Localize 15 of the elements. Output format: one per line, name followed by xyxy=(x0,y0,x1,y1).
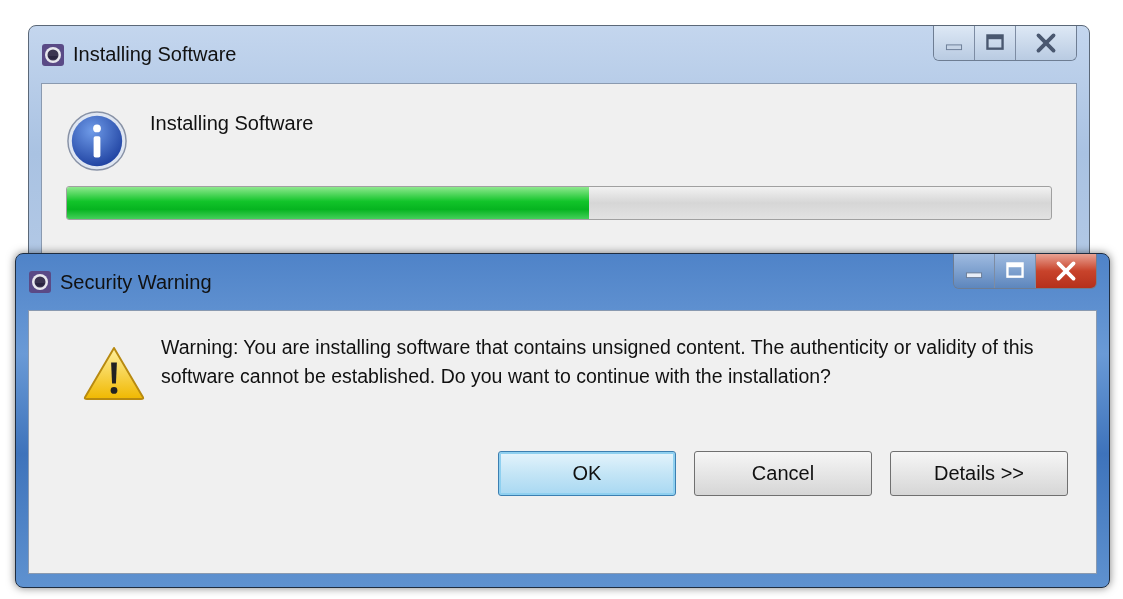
dialog-heading: Installing Software xyxy=(150,112,314,135)
close-button[interactable] xyxy=(1016,26,1076,60)
minimize-button[interactable] xyxy=(954,254,995,288)
dialog-button[interactable]: Cancel xyxy=(694,451,872,496)
minimize-button[interactable] xyxy=(934,26,975,60)
window-title: Security Warning xyxy=(60,270,212,294)
info-icon xyxy=(66,110,128,172)
dialog-button[interactable]: Details >> xyxy=(890,451,1068,496)
maximize-button[interactable] xyxy=(995,254,1036,288)
close-button[interactable] xyxy=(1036,254,1096,288)
window-title: Installing Software xyxy=(73,43,237,66)
warning-message: Warning: You are installing software that contains unsigned content. The authenticity or validity of this software cannot be established. Do you want to continue with the installation? xyxy=(161,335,1035,389)
warning-icon xyxy=(83,345,145,401)
maximize-button[interactable] xyxy=(975,26,1016,60)
dialog-button[interactable]: OK xyxy=(498,451,676,496)
